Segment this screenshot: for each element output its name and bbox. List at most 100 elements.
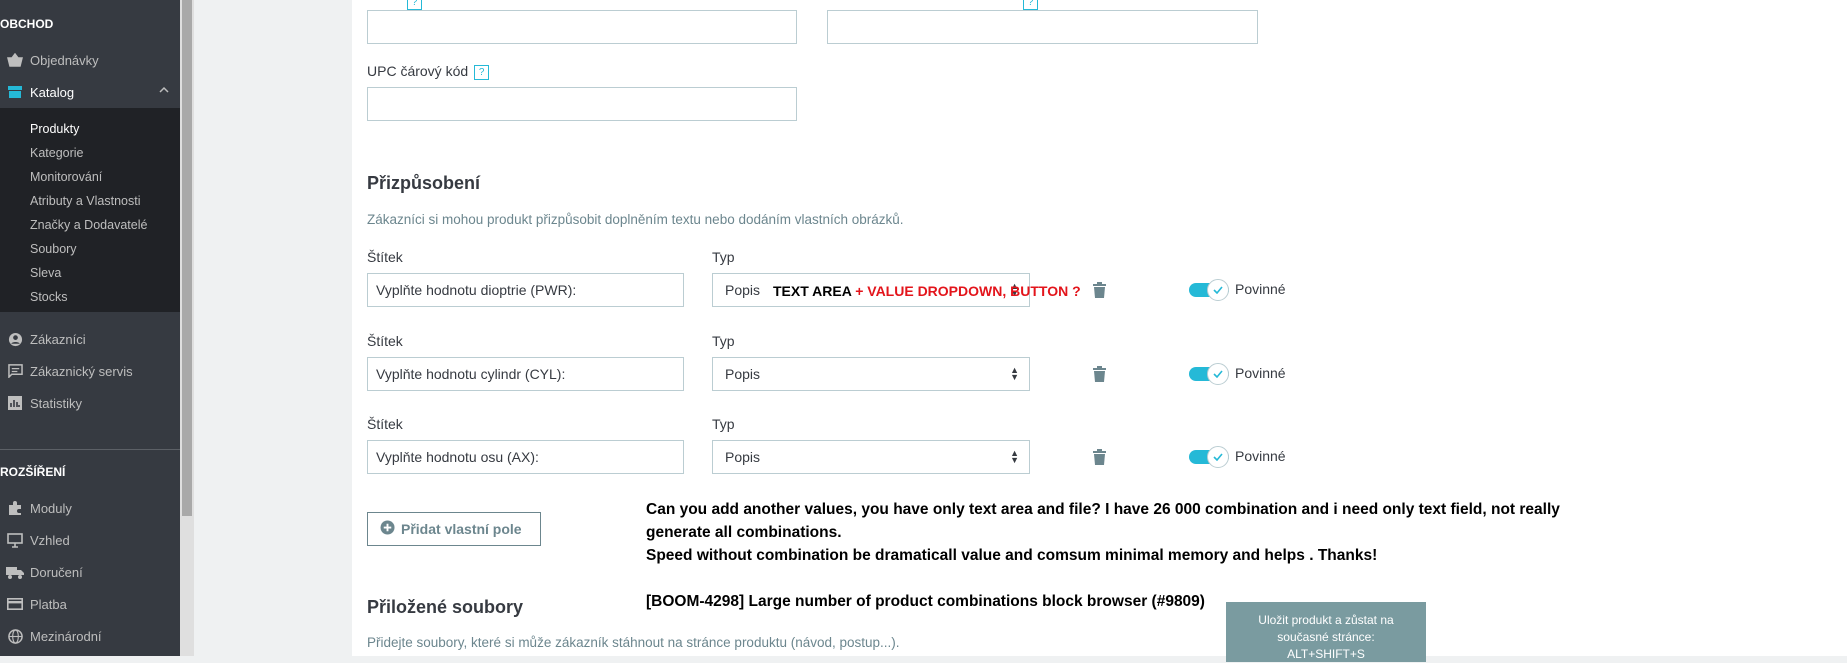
sidebar-item-label: Platba [30,596,67,612]
tooltip-line: Uložit produkt a zůstat na [1258,613,1394,627]
ean-input[interactable] [367,10,797,44]
submenu-item-attributes[interactable]: Atributy a Vlastnosti [30,194,140,208]
sidebar-scrollbar[interactable] [180,0,194,656]
inline-annotation: TEXT AREA + VALUE DROPDOWN, BUTTON ? [773,280,1081,303]
sidebar-item-design[interactable]: Vzhled [0,526,180,554]
sidebar-item-catalog[interactable]: Katalog [0,78,180,106]
required-toggle[interactable] [1189,363,1229,385]
customization-title: Přizpůsobení [367,173,481,193]
sidebar-item-international[interactable]: Mezinárodní [0,622,180,650]
sidebar-item-shipping[interactable]: Doručení [0,558,180,586]
user-icon [0,332,30,347]
monitor-icon [0,532,30,548]
plus-circle-icon [380,520,395,538]
customization-type-select[interactable]: Popis ▲ ▼ [712,440,1030,474]
chart-icon [0,396,30,410]
sidebar-item-customer-service[interactable]: Zákaznický servis [0,357,180,385]
required-label: Povinné [1235,281,1286,297]
upc-label: UPC čárový kód? [367,63,490,80]
page-background [194,0,352,656]
annotation-note: Can you add another values, you have onl… [646,498,1560,613]
card-icon [0,598,30,610]
sidebar-item-label: Zákaznický servis [30,363,133,379]
customization-type-select[interactable]: Popis ▲ ▼ [712,357,1030,391]
attached-files-description: Přidejte soubory, které si může zákazník… [367,635,900,650]
sidebar-item-label: Zákazníci [30,331,86,347]
save-and-stay-tooltip: Uložit produkt a zůstat na současné strá… [1226,602,1426,662]
add-custom-field-label: Přidat vlastní pole [401,521,522,537]
chevron-up-icon [158,84,170,99]
sidebar-section-extensions: ROZŠÍŘENÍ [0,465,66,479]
catalog-submenu: Produkty Kategorie Monitorování Atributy… [0,108,180,312]
help-icon[interactable]: ? [474,64,490,80]
scrollbar-thumb[interactable] [182,0,192,516]
submenu-item-files[interactable]: Soubory [30,242,77,256]
upc-input[interactable] [367,87,797,121]
sidebar-item-label: Katalog [30,84,75,100]
type-title: Typ [712,249,735,265]
trash-icon[interactable] [1093,282,1106,303]
submenu-item-stocks[interactable]: Stocks [30,290,68,304]
help-icon[interactable]: ? [1023,0,1038,10]
customization-label-input[interactable]: Vyplňte hodnotu osu (AX): [367,440,684,474]
select-value: Popis [725,366,761,382]
sidebar-item-label: Statistiky [30,395,83,411]
check-icon [1207,279,1229,301]
sidebar-item-modules[interactable]: Moduly [0,494,180,522]
annotation-red: + VALUE DROPDOWN, BUTTON ? [855,283,1081,299]
type-title: Typ [712,416,735,432]
annotation-line: Speed without combination be dramaticall… [646,547,1378,564]
sidebar-item-label: Moduly [30,500,72,516]
add-custom-field-button[interactable]: Přidat vlastní pole [367,512,541,546]
sidebar: OBCHOD Objednávky Katalog Produkty Kateg… [0,0,180,656]
trash-icon[interactable] [1093,366,1106,387]
customization-label-input[interactable]: Vyplňte hodnotu cylindr (CYL): [367,357,684,391]
sidebar-item-label: Mezinárodní [30,628,102,644]
select-value: Popis [725,449,761,465]
annotation-line: Can you add another values, you have onl… [646,501,1560,518]
select-value: Popis [725,282,761,298]
sidebar-item-orders[interactable]: Objednávky [0,46,180,74]
submenu-item-products[interactable]: Produkty [30,122,79,136]
label-title: Štítek [367,249,403,265]
tooltip-line: současné stránce: [1277,630,1375,644]
basket-icon [0,53,30,67]
truck-icon [0,566,30,579]
check-icon [1207,446,1229,468]
sidebar-item-customers[interactable]: Zákazníci [0,325,180,353]
sidebar-section-shop: OBCHOD [0,17,54,31]
puzzle-icon [0,500,30,516]
submenu-item-brands[interactable]: Značky a Dodavatelé [30,218,147,232]
sidebar-item-label: Vzhled [30,532,70,548]
sidebar-item-payment[interactable]: Platba [0,590,180,618]
store-icon [0,85,30,99]
required-label: Povinné [1235,365,1286,381]
sidebar-divider [0,449,180,450]
attached-files-title: Přiložené soubory [367,597,524,617]
select-arrows-icon: ▲ ▼ [1010,365,1019,382]
tooltip-line: ALT+SHIFT+S [1287,647,1365,661]
submenu-item-discounts[interactable]: Sleva [30,266,61,280]
upc-label-text: UPC čárový kód [367,63,469,79]
annotation-black: TEXT AREA [773,283,852,299]
type-title: Typ [712,333,735,349]
required-label: Povinné [1235,448,1286,464]
sidebar-item-label: Objednávky [30,52,99,68]
required-toggle[interactable] [1189,279,1229,301]
help-icon[interactable]: ? [407,0,422,10]
required-toggle[interactable] [1189,446,1229,468]
product-form-card: ? ? UPC čárový kód? Přizpůsobení Zákazní… [352,0,1847,656]
annotation-line: generate all combinations. [646,524,842,541]
trash-icon[interactable] [1093,449,1106,470]
submenu-item-categories[interactable]: Kategorie [30,146,84,160]
check-icon [1207,363,1229,385]
isbn-input[interactable] [827,10,1258,44]
submenu-item-monitoring[interactable]: Monitorování [30,170,102,184]
globe-icon [0,628,30,644]
sidebar-item-label: Doručení [30,564,83,580]
customization-description: Zákazníci si mohou produkt přizpůsobit d… [367,212,904,227]
customization-label-input[interactable]: Vyplňte hodnotu dioptrie (PWR): [367,273,684,307]
label-title: Štítek [367,416,403,432]
sidebar-item-statistics[interactable]: Statistiky [0,389,180,417]
select-arrows-icon: ▲ ▼ [1010,448,1019,465]
